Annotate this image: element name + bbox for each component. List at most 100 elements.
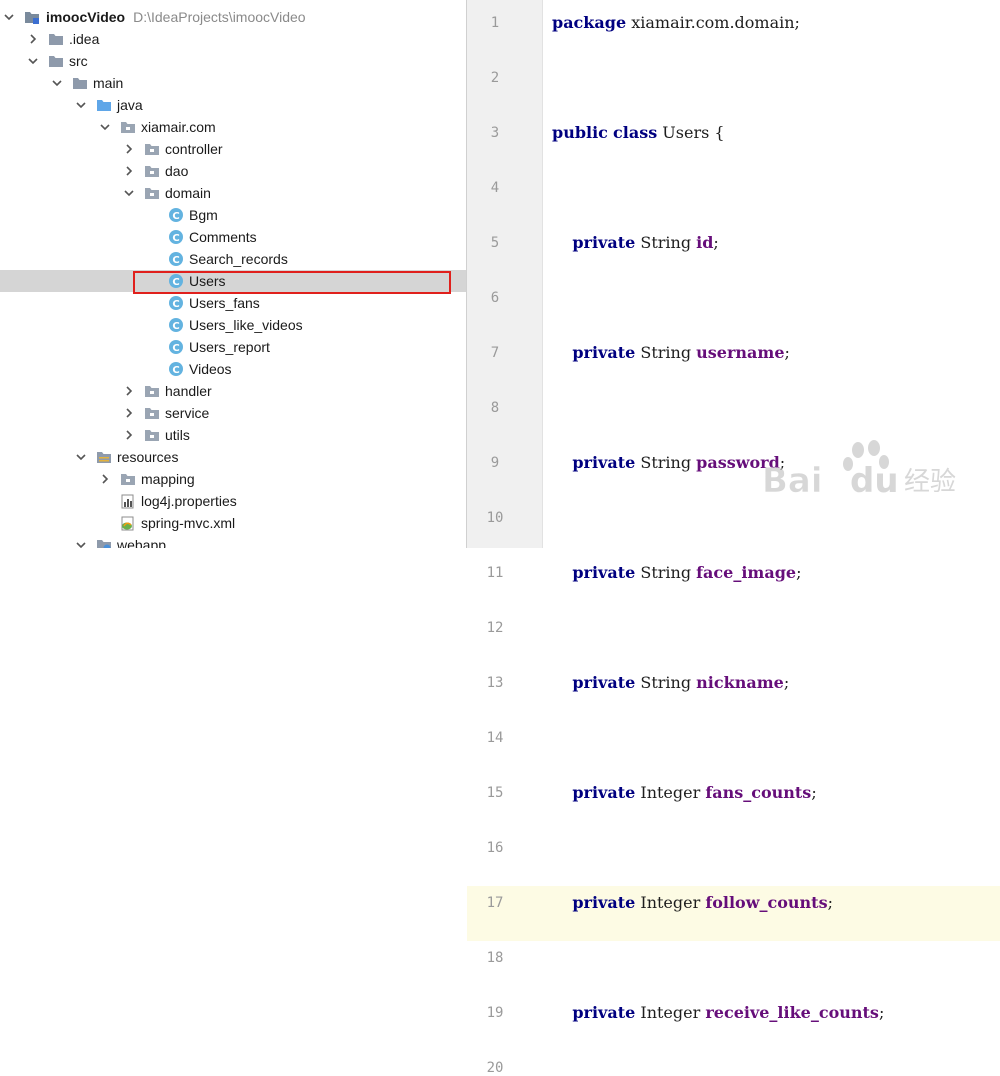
code-line[interactable]: private Integer receive_like_counts; (552, 1003, 884, 1022)
chevron-right-icon[interactable] (122, 138, 136, 160)
chevron-down-icon[interactable] (98, 116, 112, 138)
tree-item-handler[interactable]: handler (0, 380, 466, 402)
svg-text:C: C (172, 365, 179, 376)
code-line[interactable]: private Integer follow_counts; (552, 893, 833, 912)
code-line[interactable]: private String id; (552, 233, 718, 252)
tree-item-resources[interactable]: resources (0, 446, 466, 468)
tree-item-webapp[interactable]: webapp (0, 534, 466, 548)
tree-item-label: main (93, 75, 124, 91)
project-tree-panel: imoocVideo D:\IdeaProjects\imoocVideo .id… (0, 0, 466, 548)
code-text: String (635, 673, 697, 692)
tree-item-label: Bgm (189, 207, 218, 223)
folder-icon (48, 53, 64, 69)
tree-item-main[interactable]: main (0, 72, 466, 94)
tree-item-log4j-properties[interactable]: log4j.properties (0, 490, 466, 512)
chevron-right-icon[interactable] (26, 28, 40, 50)
tree-item-xiamair-com[interactable]: xiamair.com (0, 116, 466, 138)
tree-item-users[interactable]: C Users (0, 270, 466, 292)
code-text: ; (796, 563, 802, 582)
tree-item-label: Users (189, 273, 226, 289)
tree-item-videos[interactable]: C Videos (0, 358, 466, 380)
code-keyword: public (552, 123, 608, 142)
tree-item-service[interactable]: service (0, 402, 466, 424)
folder-icon (48, 31, 64, 47)
tree-item-label: handler (165, 383, 212, 399)
chevron-down-icon[interactable] (74, 446, 88, 468)
chevron-down-icon[interactable] (74, 94, 88, 116)
project-root-path: D:\IdeaProjects\imoocVideo (133, 9, 306, 25)
tree-item-java[interactable]: java (0, 94, 466, 116)
chevron-right-icon[interactable] (122, 402, 136, 424)
properties-file-icon (120, 493, 136, 509)
tree-item-domain[interactable]: domain (0, 182, 466, 204)
line-number: 8 (490, 400, 500, 416)
code-line[interactable]: private String face_image; (552, 563, 801, 582)
tree-item-label: Users_like_videos (189, 317, 303, 333)
code-field-name: nickname (696, 673, 784, 692)
tree-item-mapping[interactable]: mapping (0, 468, 466, 490)
tree-item-controller[interactable]: controller (0, 138, 466, 160)
tree-item-label: .idea (69, 31, 100, 47)
svg-text:C: C (172, 299, 179, 310)
baidu-paw-icon (843, 440, 889, 471)
line-number: 17 (486, 895, 504, 911)
tree-item-label: service (165, 405, 210, 421)
code-line[interactable]: private Integer fans_counts; (552, 783, 817, 802)
watermark-du: du (850, 461, 899, 498)
line-number: 18 (486, 950, 504, 966)
code-field-name: username (696, 343, 785, 362)
chevron-right-icon[interactable] (98, 468, 112, 490)
tree-item-comments[interactable]: C Comments (0, 226, 466, 248)
package-icon (144, 163, 160, 179)
watermark-cn: 经验 (904, 467, 956, 497)
tree-item-dao[interactable]: dao (0, 160, 466, 182)
code-line[interactable]: private String nickname; (552, 673, 789, 692)
line-number: 15 (486, 785, 504, 801)
chevron-right-icon[interactable] (122, 380, 136, 402)
code-line[interactable]: package xiamair.com.domain; (552, 13, 800, 32)
class-icon: C (168, 361, 184, 377)
chevron-down-icon[interactable] (2, 6, 16, 28)
tree-item-search-records[interactable]: C Search_records (0, 248, 466, 270)
tree-item-users-report[interactable]: C Users_report (0, 336, 466, 358)
chevron-right-icon[interactable] (122, 160, 136, 182)
code-line[interactable]: private String password; (552, 453, 785, 472)
code-field-name: id (696, 233, 714, 252)
svg-text:C: C (172, 211, 179, 222)
chevron-down-icon[interactable] (74, 534, 88, 548)
tree-row-root[interactable]: imoocVideo D:\IdeaProjects\imoocVideo (0, 6, 466, 28)
class-icon: C (168, 207, 184, 223)
code-text: ; (811, 783, 817, 802)
chevron-down-icon[interactable] (26, 50, 40, 72)
code-keyword: private (572, 233, 636, 252)
package-icon (144, 383, 160, 399)
tree-item-label: xiamair.com (141, 119, 216, 135)
code-text: Integer (635, 1003, 706, 1022)
code-text: xiamair.com.domain; (626, 13, 800, 32)
line-number: 7 (490, 345, 500, 361)
tree-item-label: Search_records (189, 251, 288, 267)
chevron-right-icon[interactable] (122, 424, 136, 446)
tree-item-label: Users_report (189, 339, 270, 355)
code-field-name: fans_counts (705, 783, 812, 802)
tree-item-users-fans[interactable]: C Users_fans (0, 292, 466, 314)
package-icon (144, 405, 160, 421)
tree-item-label: src (69, 53, 88, 69)
tree-item-utils[interactable]: utils (0, 424, 466, 446)
svg-text:C: C (172, 277, 179, 288)
tree-item-idea[interactable]: .idea (0, 28, 466, 50)
tree-item-src[interactable]: src (0, 50, 466, 72)
tree-item-spring-mvc-xml[interactable]: spring-mvc.xml (0, 512, 466, 534)
tree-item-users-like-videos[interactable]: C Users_like_videos (0, 314, 466, 336)
tree-item-bgm[interactable]: C Bgm (0, 204, 466, 226)
code-line[interactable]: public class Users { (552, 123, 725, 142)
chevron-down-icon[interactable] (122, 182, 136, 204)
chevron-down-icon[interactable] (50, 72, 64, 94)
tree-item-label: utils (165, 427, 190, 443)
code-line[interactable]: private String username; (552, 343, 790, 362)
line-number: 12 (486, 620, 504, 636)
class-icon: C (168, 317, 184, 333)
